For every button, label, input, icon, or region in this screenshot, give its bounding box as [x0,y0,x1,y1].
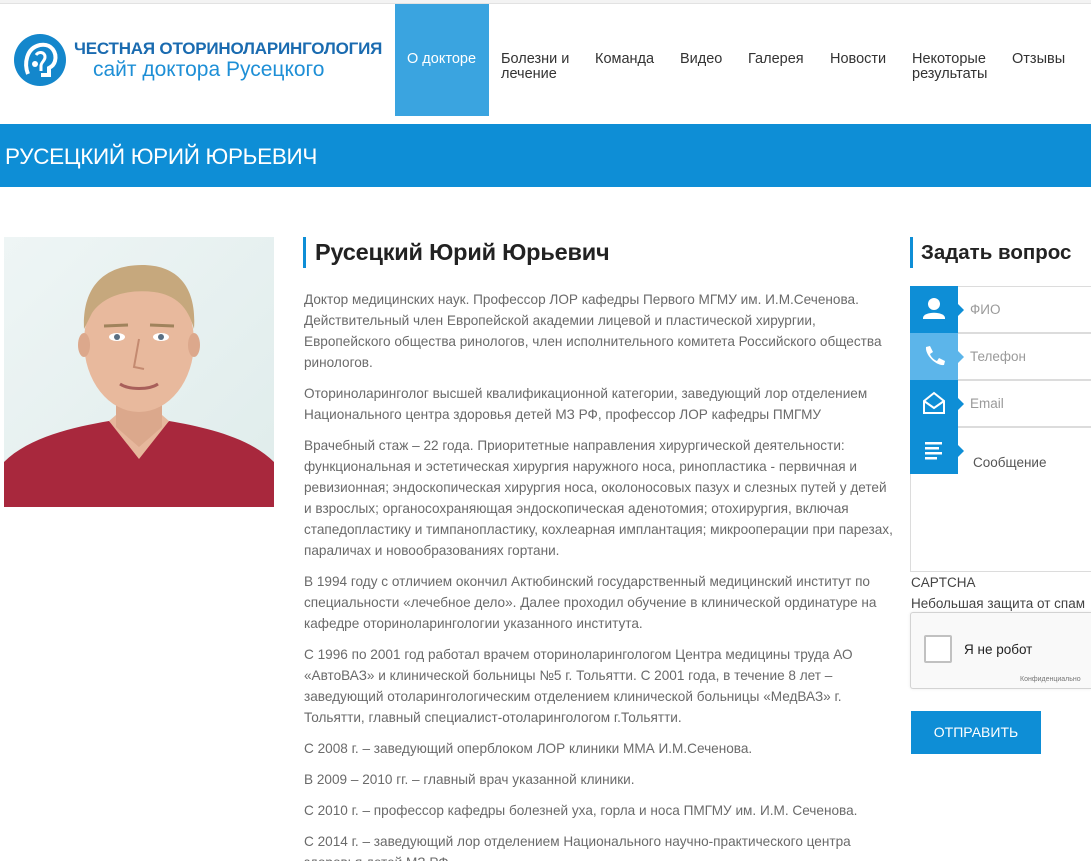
nav-news[interactable]: Новости [830,4,912,116]
article-body: Доктор медицинских наук. Профессор ЛОР к… [303,289,893,861]
message-placeholder: Сообщение [973,455,1047,470]
logo-subtitle: сайт доктора Русецкого [93,58,325,81]
question-form-heading: Задать вопрос [910,237,1091,268]
nav-gallery[interactable]: Галерея [748,4,830,116]
ent-head-icon [14,34,66,86]
article-paragraph: С 2008 г. – заведующий оперблоком ЛОР кл… [304,741,753,756]
email-field[interactable]: Email [910,380,1091,427]
page-title: РУСЕЦКИЙ ЮРИЙ ЮРЬЕВИЧ [5,144,318,169]
article-paragraph: Доктор медицинских наук. Профессор ЛОР к… [304,292,882,370]
article-paragraph: Оториноларинголог высшей квалификационно… [304,386,868,422]
phone-icon [910,333,958,380]
recaptcha-label: Я не робот [964,642,1033,657]
recaptcha-privacy-text[interactable]: Конфиденциально [1020,676,1081,683]
name-placeholder: ФИО [970,302,1001,317]
main-nav: О докторе Болезни и лечение Команда Виде… [395,4,1084,116]
question-form: Задать вопрос ФИО Телефон Email Сообщени… [910,237,1091,754]
message-field[interactable]: Сообщение [910,427,1091,572]
name-field[interactable]: ФИО [910,286,1091,333]
nav-video[interactable]: Видео [680,4,748,116]
site-logo[interactable]: ЧЕСТНАЯ ОТОРИНОЛАРИНГОЛОГИЯ сайт доктора… [14,34,382,86]
nav-diseases-treatment[interactable]: Болезни и лечение [489,4,595,116]
nav-results[interactable]: Некоторые результаты [912,4,1012,116]
text-lines-icon [910,427,958,474]
article-paragraph: В 2009 – 2010 гг. – главный врач указанн… [304,772,635,787]
submit-button[interactable]: ОТПРАВИТЬ [911,711,1041,754]
doctor-photo [4,237,274,507]
site-header: ЧЕСТНАЯ ОТОРИНОЛАРИНГОЛОГИЯ сайт доктора… [0,4,1091,116]
envelope-icon [910,380,958,427]
article-paragraph: В 1994 году с отличием окончил Актюбинск… [304,574,877,631]
nav-about-doctor[interactable]: О докторе [395,4,489,116]
nav-reviews[interactable]: Отзывы [1012,4,1084,116]
nav-team[interactable]: Команда [595,4,680,116]
page-title-band: РУСЕЦКИЙ ЮРИЙ ЮРЬЕВИЧ [0,124,1091,187]
article-heading: Русецкий Юрий Юрьевич [303,237,893,268]
captcha-note: Небольшая защита от спам [911,596,1085,611]
doctor-article: Русецкий Юрий Юрьевич Доктор медицинских… [303,237,893,861]
phone-field[interactable]: Телефон [910,333,1091,380]
logo-title: ЧЕСТНАЯ ОТОРИНОЛАРИНГОЛОГИЯ [74,39,383,58]
email-placeholder: Email [970,396,1004,411]
captcha-label: CAPTCHA [911,575,976,590]
article-paragraph: Врачебный стаж – 22 года. Приоритетные н… [304,438,893,558]
user-icon [910,286,958,333]
article-paragraph: С 2014 г. – заведующий лор отделением На… [304,834,851,861]
recaptcha-widget: Я не робот Конфиденциально [910,612,1091,689]
recaptcha-checkbox[interactable] [924,635,952,663]
article-paragraph: С 2010 г. – профессор кафедры болезней у… [304,803,858,818]
phone-placeholder: Телефон [970,349,1027,364]
article-paragraph: С 1996 по 2001 год работал врачем оторин… [304,647,853,725]
